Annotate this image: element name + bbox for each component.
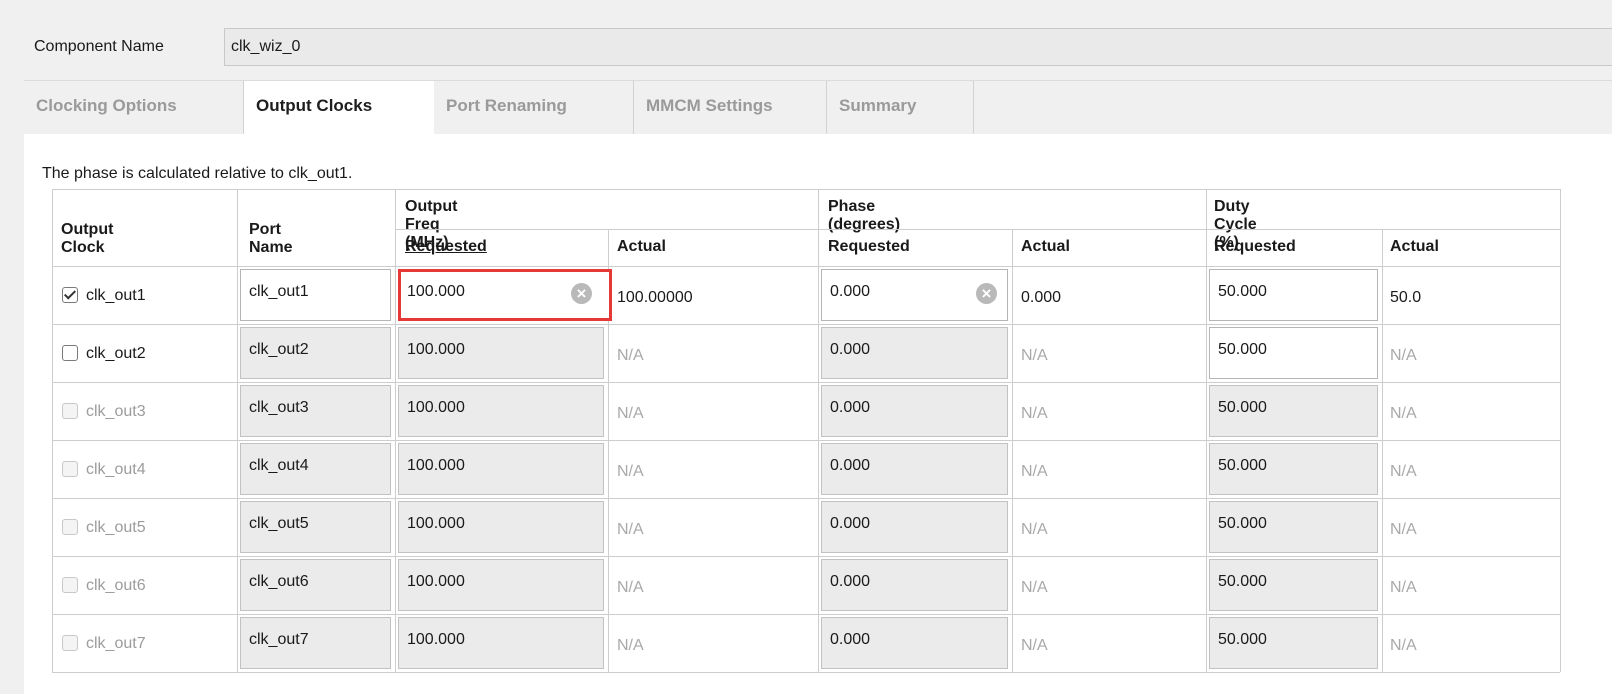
phase-requested-input[interactable]: 0.000 xyxy=(821,617,1008,669)
header-duty-actual: Actual xyxy=(1390,238,1439,255)
component-name-input[interactable]: clk_wiz_0 xyxy=(224,28,1612,66)
grid-line xyxy=(52,382,1560,383)
port-name-input[interactable]: clk_out5 xyxy=(240,501,391,553)
duty-actual-value: 50.0 xyxy=(1390,289,1422,306)
phase-note: The phase is calculated relative to clk_… xyxy=(42,165,353,182)
duty-actual-value: N/A xyxy=(1390,347,1417,364)
grid-line xyxy=(52,189,53,672)
port-name-input[interactable]: clk_out7 xyxy=(240,617,391,669)
grid-line xyxy=(1560,189,1561,672)
header-output-clock: Output Clock xyxy=(61,221,114,256)
grid-line xyxy=(1012,229,1013,672)
tab-mmcm-settings[interactable]: MMCM Settings xyxy=(634,81,827,134)
clear-circle-icon[interactable]: × xyxy=(571,283,592,304)
header-phase-actual: Actual xyxy=(1021,238,1070,255)
duty-requested-input[interactable]: 50.000 xyxy=(1209,327,1378,379)
header-port-name: Port Name xyxy=(249,221,293,256)
component-name-label: Component Name xyxy=(34,38,164,55)
grid-line xyxy=(52,324,1560,325)
checkbox-clk_out3 xyxy=(62,403,78,419)
duty-requested-input[interactable]: 50.000 xyxy=(1209,385,1378,437)
freq-requested-input[interactable]: 100.000 xyxy=(398,501,604,553)
phase-actual-value: N/A xyxy=(1021,579,1048,596)
phase-requested-input[interactable]: 0.000 xyxy=(821,443,1008,495)
port-name-input[interactable]: clk_out4 xyxy=(240,443,391,495)
phase-actual-value: N/A xyxy=(1021,637,1048,654)
freq-actual-value: N/A xyxy=(617,579,644,596)
output-clock-label: clk_out3 xyxy=(86,403,146,420)
phase-actual-value: N/A xyxy=(1021,347,1048,364)
duty-requested-input[interactable]: 50.000 xyxy=(1209,269,1378,321)
grid-line xyxy=(395,189,396,672)
freq-actual-value: 100.00000 xyxy=(617,289,693,306)
phase-actual-value: 0.000 xyxy=(1021,289,1062,306)
freq-actual-value: N/A xyxy=(617,405,644,422)
tab-port-renaming[interactable]: Port Renaming xyxy=(434,81,634,134)
phase-requested-input[interactable]: 0.000 xyxy=(821,559,1008,611)
freq-actual-value: N/A xyxy=(617,463,644,480)
grid-line xyxy=(1206,189,1207,672)
grid-line xyxy=(52,556,1560,557)
checkbox-clk_out6 xyxy=(62,577,78,593)
duty-actual-value: N/A xyxy=(1390,405,1417,422)
duty-requested-input[interactable]: 50.000 xyxy=(1209,501,1378,553)
grid-line xyxy=(52,266,1560,267)
checkbox-clk_out2[interactable] xyxy=(62,345,78,361)
output-clock-label: clk_out4 xyxy=(86,461,146,478)
port-name-input[interactable]: clk_out2 xyxy=(240,327,391,379)
freq-actual-value: N/A xyxy=(617,347,644,364)
output-clock-label: clk_out5 xyxy=(86,519,146,536)
clear-circle-icon[interactable]: × xyxy=(976,283,997,304)
output-clock-label: clk_out6 xyxy=(86,577,146,594)
grid-line xyxy=(52,189,1560,190)
grid-line xyxy=(237,189,238,672)
tab-bar: Clocking Options Output Clocks Port Rena… xyxy=(24,80,1612,135)
duty-requested-input[interactable]: 50.000 xyxy=(1209,559,1378,611)
freq-requested-input[interactable]: 100.000 xyxy=(398,559,604,611)
grid-line xyxy=(1382,229,1383,672)
grid-line xyxy=(52,440,1560,441)
grid-line xyxy=(395,229,1560,230)
tab-output-clocks[interactable]: Output Clocks xyxy=(244,81,434,135)
checkbox-clk_out7 xyxy=(62,635,78,651)
duty-actual-value: N/A xyxy=(1390,463,1417,480)
freq-requested-input[interactable]: 100.000 xyxy=(398,443,604,495)
phase-requested-input[interactable]: 0.000 xyxy=(821,385,1008,437)
component-name-row: Component Name clk_wiz_0 xyxy=(0,28,1612,68)
port-name-input[interactable]: clk_out1 xyxy=(240,269,391,321)
output-clock-label: clk_out1 xyxy=(86,287,146,304)
duty-requested-input[interactable]: 50.000 xyxy=(1209,443,1378,495)
grid-line xyxy=(52,614,1560,615)
header-freq-actual: Actual xyxy=(617,238,666,255)
header-duty-requested: Requested xyxy=(1214,238,1296,255)
freq-requested-input[interactable]: 100.000 xyxy=(398,385,604,437)
checkbox-clk_out4 xyxy=(62,461,78,477)
tab-clocking-options[interactable]: Clocking Options xyxy=(24,81,244,134)
duty-actual-value: N/A xyxy=(1390,637,1417,654)
header-phase-requested: Requested xyxy=(828,238,910,255)
duty-actual-value: N/A xyxy=(1390,579,1417,596)
phase-actual-value: N/A xyxy=(1021,405,1048,422)
port-name-input[interactable]: clk_out3 xyxy=(240,385,391,437)
output-clock-label: clk_out7 xyxy=(86,635,146,652)
output-clock-label: clk_out2 xyxy=(86,345,146,362)
freq-requested-input[interactable]: 100.000 xyxy=(398,617,604,669)
port-name-input[interactable]: clk_out6 xyxy=(240,559,391,611)
phase-requested-input[interactable]: 0.000 xyxy=(821,327,1008,379)
checkbox-clk_out1[interactable] xyxy=(62,287,78,303)
freq-actual-value: N/A xyxy=(617,521,644,538)
header-freq-requested: Requested xyxy=(405,238,487,255)
grid-line xyxy=(52,672,1560,673)
phase-requested-input[interactable]: 0.000 xyxy=(821,501,1008,553)
checkbox-clk_out5 xyxy=(62,519,78,535)
duty-actual-value: N/A xyxy=(1390,521,1417,538)
grid-line xyxy=(818,189,819,672)
tab-summary[interactable]: Summary xyxy=(827,81,974,134)
freq-actual-value: N/A xyxy=(617,637,644,654)
freq-requested-input[interactable]: 100.000 xyxy=(398,327,604,379)
grid-line xyxy=(52,498,1560,499)
phase-actual-value: N/A xyxy=(1021,521,1048,538)
duty-requested-input[interactable]: 50.000 xyxy=(1209,617,1378,669)
phase-actual-value: N/A xyxy=(1021,463,1048,480)
